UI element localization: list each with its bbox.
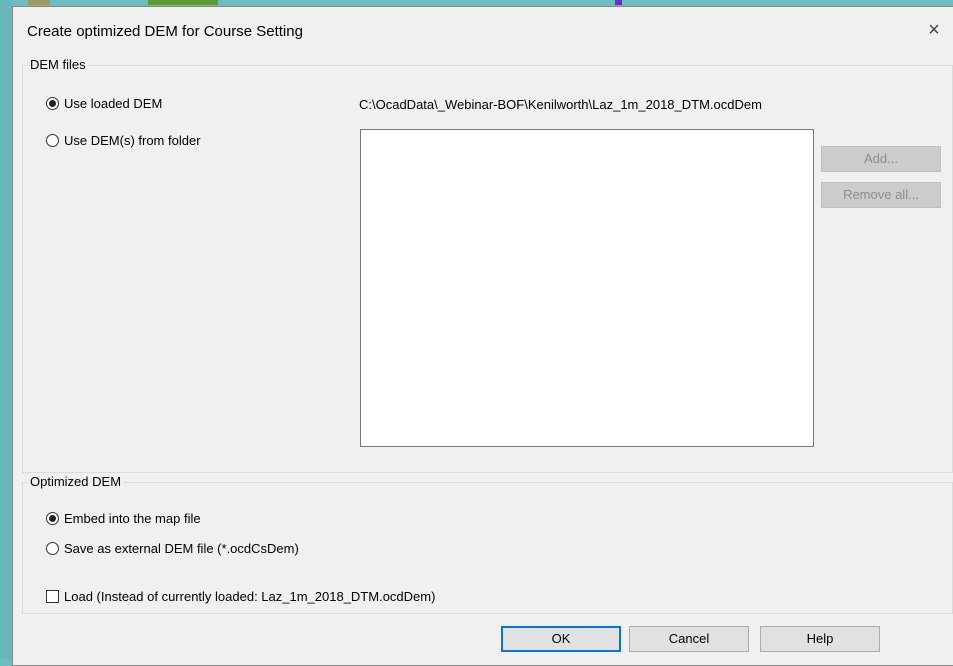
background-map-fragment bbox=[615, 0, 622, 5]
background-map-fragment bbox=[28, 0, 50, 5]
background-map-fragment bbox=[148, 0, 218, 5]
create-optimized-dem-dialog: Create optimized DEM for Course Setting … bbox=[12, 6, 953, 666]
save-external-dem-radio[interactable]: Save as external DEM file (*.ocdCsDem) bbox=[46, 541, 299, 556]
optimized-dem-group-title: Optimized DEM bbox=[27, 474, 125, 489]
use-loaded-dem-label: Use loaded DEM bbox=[64, 96, 163, 111]
use-dem-from-folder-label: Use DEM(s) from folder bbox=[64, 133, 201, 148]
radio-selected-icon bbox=[46, 97, 59, 110]
dem-files-group: DEM files Use loaded DEM C:\OcadData\_We… bbox=[22, 57, 953, 473]
remove-all-button[interactable]: Remove all... bbox=[821, 182, 941, 208]
dem-folder-list[interactable] bbox=[360, 129, 814, 447]
dialog-title: Create optimized DEM for Course Setting bbox=[27, 23, 303, 40]
close-icon[interactable]: × bbox=[924, 20, 944, 40]
load-dem-label: Load (Instead of currently loaded: Laz_1… bbox=[64, 589, 436, 604]
embed-into-map-label: Embed into the map file bbox=[64, 511, 201, 526]
ok-button[interactable]: OK bbox=[501, 626, 621, 652]
loaded-dem-path: C:\OcadData\_Webinar-BOF\Kenilworth\Laz_… bbox=[359, 97, 762, 112]
help-button[interactable]: Help bbox=[760, 626, 880, 652]
embed-into-map-radio[interactable]: Embed into the map file bbox=[46, 511, 201, 526]
load-dem-checkbox[interactable]: Load (Instead of currently loaded: Laz_1… bbox=[46, 589, 435, 604]
cancel-button[interactable]: Cancel bbox=[629, 626, 749, 652]
save-external-dem-label: Save as external DEM file (*.ocdCsDem) bbox=[64, 541, 299, 556]
radio-unselected-icon bbox=[46, 542, 59, 555]
use-loaded-dem-radio[interactable]: Use loaded DEM bbox=[46, 96, 162, 111]
dem-files-group-title: DEM files bbox=[27, 57, 89, 72]
background-window-edge bbox=[0, 0, 12, 659]
dialog-titlebar: Create optimized DEM for Course Setting … bbox=[13, 7, 953, 55]
radio-unselected-icon bbox=[46, 134, 59, 147]
checkbox-unchecked-icon bbox=[46, 590, 59, 603]
optimized-dem-group: Optimized DEM Embed into the map file Sa… bbox=[22, 474, 953, 614]
radio-selected-icon bbox=[46, 512, 59, 525]
add-button[interactable]: Add... bbox=[821, 146, 941, 172]
use-dem-from-folder-radio[interactable]: Use DEM(s) from folder bbox=[46, 133, 201, 148]
